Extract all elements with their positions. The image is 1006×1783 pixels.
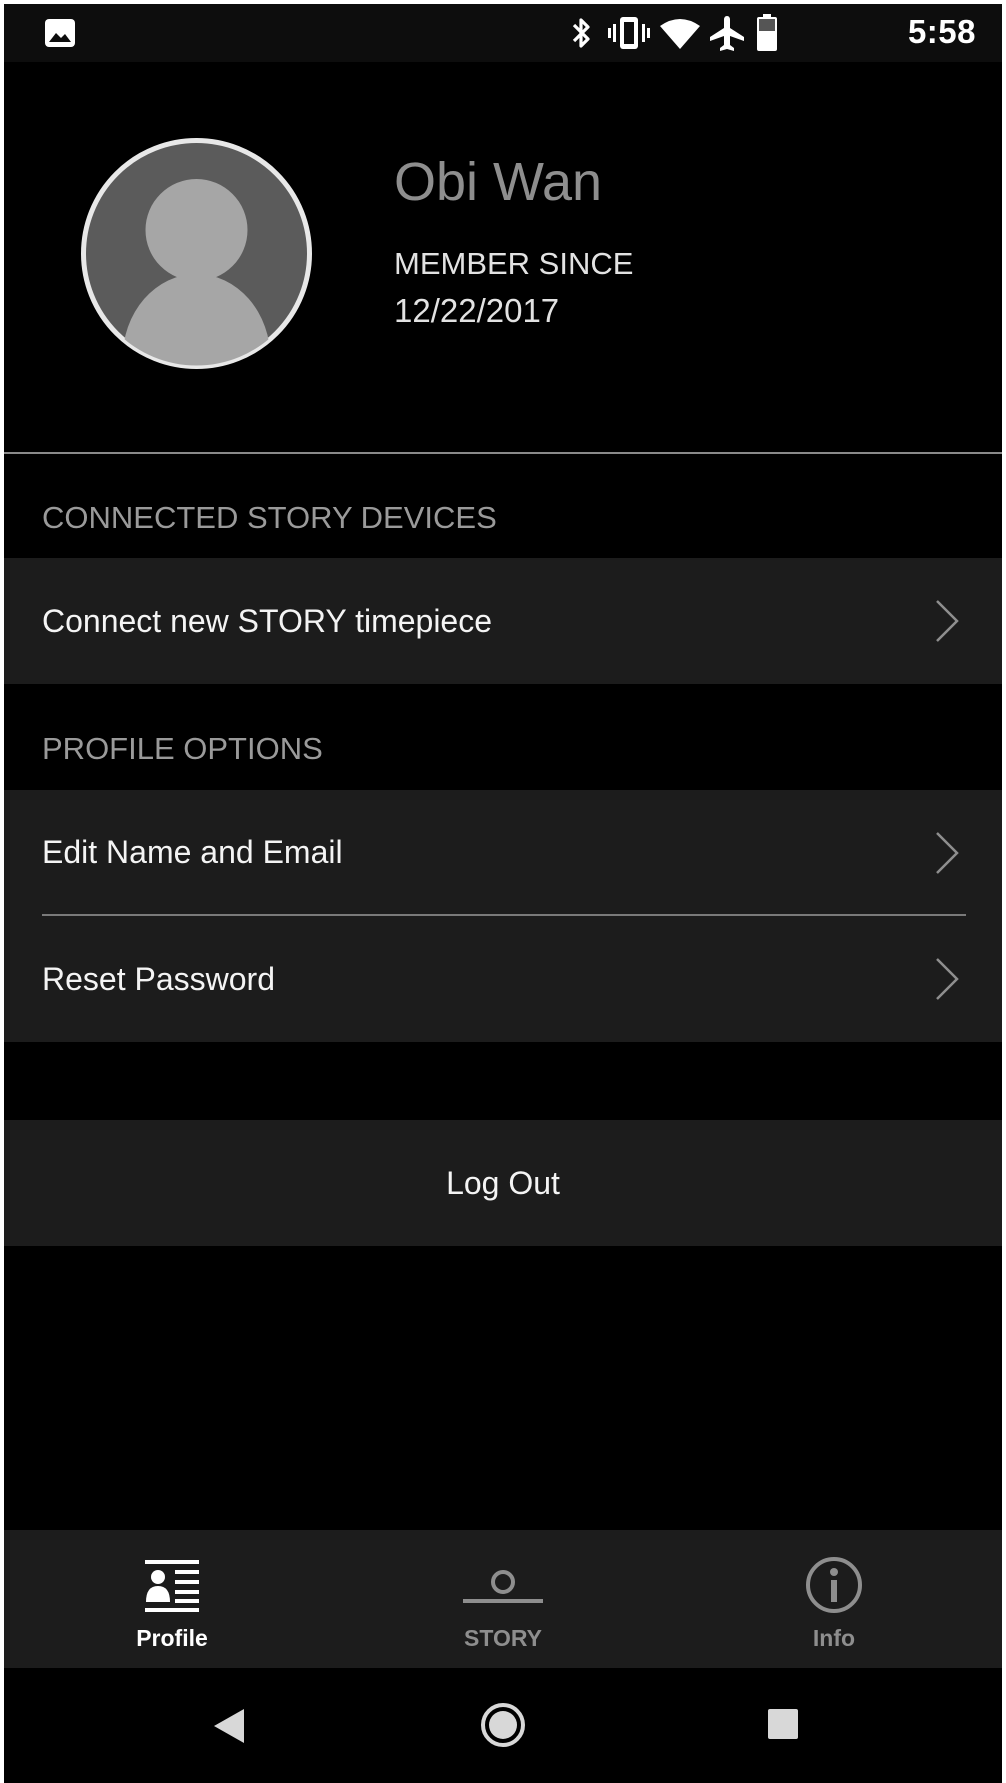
profile-card-icon xyxy=(145,1560,199,1612)
chevron-right-icon xyxy=(936,832,959,874)
chevron-right-icon xyxy=(936,958,959,1000)
system-nav-bar xyxy=(4,1668,1002,1783)
tab-info[interactable]: Info xyxy=(734,1530,934,1668)
recents-icon[interactable] xyxy=(768,1709,798,1739)
section-header-options: PROFILE OPTIONS xyxy=(42,731,323,766)
chevron-right-icon xyxy=(936,600,959,642)
tab-label: Info xyxy=(812,1625,856,1651)
avatar-placeholder-icon[interactable] xyxy=(80,137,313,370)
member-since-label: MEMBER SINCE xyxy=(394,246,634,281)
member-since-date: 12/22/2017 xyxy=(394,292,560,329)
battery-icon xyxy=(757,14,777,51)
wifi-icon xyxy=(660,19,700,49)
section-header-devices: CONNECTED STORY DEVICES xyxy=(42,500,497,535)
reset-password-row[interactable]: Reset Password xyxy=(4,916,1002,1042)
back-icon[interactable] xyxy=(212,1708,246,1744)
connect-timepiece-row[interactable]: Connect new STORY timepiece xyxy=(4,558,1002,684)
header-divider xyxy=(4,452,1002,454)
logout-label: Log Out xyxy=(446,1165,560,1201)
airplane-mode-icon xyxy=(710,16,744,51)
profile-name: Obi Wan xyxy=(394,152,603,212)
row-label: Reset Password xyxy=(42,961,275,997)
status-time: 5:58 xyxy=(907,13,976,50)
bluetooth-icon xyxy=(572,18,590,48)
home-icon[interactable] xyxy=(480,1702,526,1748)
tab-label: Profile xyxy=(136,1625,208,1651)
status-bar: 5:58 xyxy=(4,4,1002,62)
row-label: Connect new STORY timepiece xyxy=(42,603,493,639)
vibrate-icon xyxy=(608,17,650,49)
row-label: Edit Name and Email xyxy=(42,834,343,870)
bottom-tab-bar: Profile STORY Info xyxy=(4,1530,1002,1668)
info-icon xyxy=(806,1557,862,1613)
edit-name-email-row[interactable]: Edit Name and Email xyxy=(4,790,1002,915)
app-screen: 5:58 Obi Wan MEMBER SINCE 12/22/2017 CON… xyxy=(4,4,1002,1783)
logout-button[interactable]: Log Out xyxy=(4,1120,1002,1246)
profile-options-group: Edit Name and Email Reset Password xyxy=(4,790,1002,1042)
tab-label: STORY xyxy=(464,1625,542,1651)
tab-story[interactable]: STORY xyxy=(403,1530,603,1668)
tab-profile[interactable]: Profile xyxy=(72,1530,272,1668)
story-watch-icon xyxy=(463,1570,543,1603)
image-notification-icon xyxy=(45,19,75,47)
